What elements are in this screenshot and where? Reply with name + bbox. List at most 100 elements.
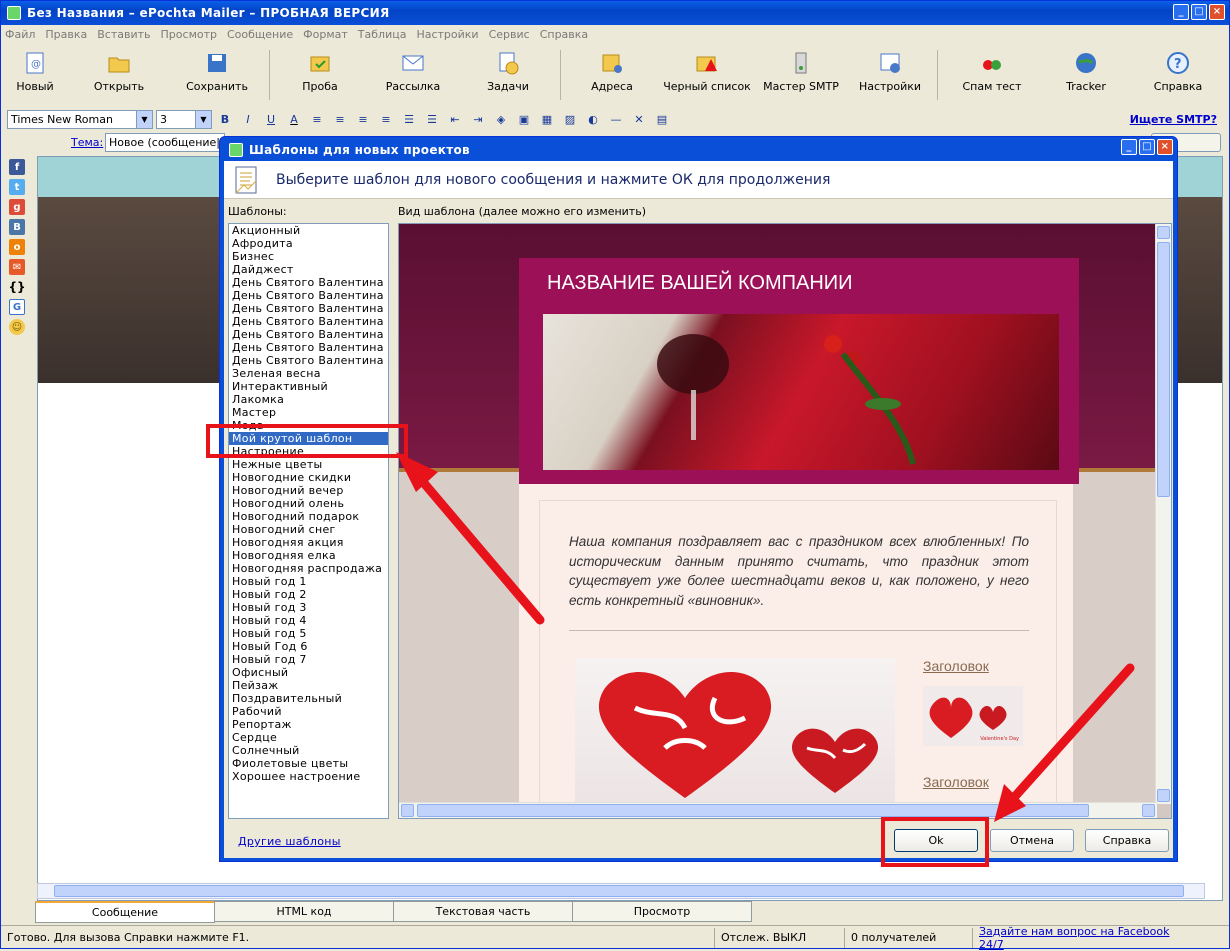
template-preview[interactable]: НАЗВАНИЕ ВАШЕЙ КОМПАНИИ Наша компания по… xyxy=(398,223,1172,819)
template-list-item[interactable]: Солнечный xyxy=(229,744,388,757)
template-list-item[interactable]: Новый год 7 xyxy=(229,653,388,666)
scroll-right-button[interactable] xyxy=(1142,804,1155,817)
menu-service[interactable]: Сервис xyxy=(489,28,530,41)
preview-vertical-scrollbar[interactable] xyxy=(1155,224,1171,804)
mailing-button[interactable]: Рассылка xyxy=(366,50,460,93)
templates-listbox[interactable]: Акционный Афродита Бизнес Дайджест День Свят… xyxy=(228,223,389,819)
menu-table[interactable]: Таблица xyxy=(358,28,407,41)
subject-input[interactable]: Новое (сообщение|пис xyxy=(105,133,225,152)
minimize-button[interactable]: _ xyxy=(1173,4,1189,20)
editor-horizontal-scrollbar[interactable] xyxy=(37,883,1205,899)
remove-format-icon[interactable]: ✕ xyxy=(629,110,649,129)
font-name-select[interactable]: Times New Roman ▼ xyxy=(7,109,153,129)
template-list-item[interactable]: День Святого Валентина 7 xyxy=(229,341,388,354)
maximize-button[interactable]: □ xyxy=(1191,4,1207,20)
new-button[interactable]: @ Новый xyxy=(1,50,69,93)
align-right-icon[interactable]: ≡ xyxy=(353,110,373,129)
menu-file[interactable]: Файл xyxy=(5,28,35,41)
template-list-item[interactable]: День Святого Валентина 2 xyxy=(229,276,388,289)
template-list-item[interactable]: Новый год 1 xyxy=(229,575,388,588)
editor-scroll-thumb[interactable] xyxy=(54,885,1184,897)
facebook-link[interactable]: Задайте нам вопрос на Facebook 24/7 xyxy=(973,925,1193,951)
test-button[interactable]: Проба xyxy=(274,50,366,93)
twitter-icon[interactable]: t xyxy=(9,179,25,195)
template-list-item[interactable]: Зеленая весна xyxy=(229,367,388,380)
menu-settings[interactable]: Настройки xyxy=(416,28,478,41)
template-list-item[interactable]: Новогодняя акция xyxy=(229,536,388,549)
table-icon[interactable]: ▦ xyxy=(537,110,557,129)
help-button[interactable]: ? Справка xyxy=(1130,50,1226,93)
tracker-button[interactable]: Tracker xyxy=(1042,50,1130,93)
template-list-item[interactable]: Поздравительный xyxy=(229,692,388,705)
google-plus-icon[interactable]: g xyxy=(9,199,25,215)
preview-hscroll-thumb[interactable] xyxy=(417,804,1089,817)
image-icon[interactable]: ▣ xyxy=(514,110,534,129)
subject-label[interactable]: Тема: xyxy=(71,136,103,149)
dialog-help-button[interactable]: Справка xyxy=(1085,829,1169,852)
outdent-icon[interactable]: ⇤ xyxy=(445,110,465,129)
template-list-item[interactable]: Интерактивный xyxy=(229,380,388,393)
preview-heading-1[interactable]: Заголовок xyxy=(923,658,989,674)
note-icon[interactable]: ▤ xyxy=(652,110,672,129)
tab-preview[interactable]: Просмотр xyxy=(572,901,752,922)
template-list-item[interactable]: Новый год 4 xyxy=(229,614,388,627)
template-list-item[interactable]: Новый Год 6 xyxy=(229,640,388,653)
template-list-item[interactable]: Новогодний подарок xyxy=(229,510,388,523)
italic-icon[interactable]: I xyxy=(238,110,258,129)
numbered-list-icon[interactable]: ☰ xyxy=(399,110,419,129)
template-list-item[interactable]: Мастер xyxy=(229,406,388,419)
menu-format[interactable]: Формат xyxy=(303,28,348,41)
template-list-item[interactable]: Дайджест xyxy=(229,263,388,276)
mail-icon[interactable]: ✉ xyxy=(9,259,25,275)
template-list-item[interactable]: Офисный xyxy=(229,666,388,679)
dialog-minimize-button[interactable]: _ xyxy=(1121,139,1137,155)
indent-icon[interactable]: ⇥ xyxy=(468,110,488,129)
dialog-maximize-button[interactable]: □ xyxy=(1139,139,1155,155)
font-color-icon[interactable]: A xyxy=(284,110,304,129)
template-list-item[interactable]: День Святого Валентина 8 xyxy=(229,354,388,367)
template-list-item[interactable]: Новый год 5 xyxy=(229,627,388,640)
template-list-item[interactable]: Рабочий xyxy=(229,705,388,718)
align-left-icon[interactable]: ≡ xyxy=(307,110,327,129)
align-center-icon[interactable]: ≡ xyxy=(330,110,350,129)
font-size-select[interactable]: 3 ▼ xyxy=(156,109,212,129)
scroll-left-button[interactable] xyxy=(401,804,414,817)
template-list-item[interactable]: Новогодняя елка xyxy=(229,549,388,562)
menu-view[interactable]: Просмотр xyxy=(161,28,217,41)
menu-message[interactable]: Сообщение xyxy=(227,28,293,41)
close-button[interactable]: × xyxy=(1209,4,1225,20)
template-list-item[interactable]: Афродита xyxy=(229,237,388,250)
template-list-item[interactable]: День Святого Валентина 3 xyxy=(229,289,388,302)
template-list-item[interactable]: День Святого Валентина 6 xyxy=(229,328,388,341)
bullet-list-icon[interactable]: ☰ xyxy=(422,110,442,129)
template-list-item[interactable]: Фиолетовые цветы xyxy=(229,757,388,770)
blacklist-button[interactable]: Черный список xyxy=(659,50,755,93)
template-list-item[interactable]: День Святого Валентина 4 xyxy=(229,302,388,315)
menu-edit[interactable]: Правка xyxy=(45,28,87,41)
smtp-link[interactable]: Ищете SMTP? xyxy=(1130,113,1217,126)
horizontal-line-icon[interactable]: — xyxy=(606,110,626,129)
template-list-item[interactable]: Бизнес xyxy=(229,250,388,263)
smiley-icon[interactable]: ☺ xyxy=(9,319,25,335)
dialog-close-button[interactable]: × xyxy=(1157,139,1173,155)
underline-icon[interactable]: U xyxy=(261,110,281,129)
template-list-item[interactable]: Новогодний снег xyxy=(229,523,388,536)
scroll-up-button[interactable] xyxy=(1157,226,1170,239)
template-list-item[interactable]: Новогодняя распродажа xyxy=(229,562,388,575)
fill-color-icon[interactable]: ◈ xyxy=(491,110,511,129)
vk-icon[interactable]: B xyxy=(9,219,25,235)
justify-icon[interactable]: ≡ xyxy=(376,110,396,129)
save-button[interactable]: Сохранить xyxy=(169,50,265,93)
cancel-button[interactable]: Отмена xyxy=(990,829,1074,852)
odnoklassniki-icon[interactable]: o xyxy=(9,239,25,255)
other-templates-link[interactable]: Другие шаблоны xyxy=(238,835,341,848)
open-button[interactable]: Открыть xyxy=(69,50,169,93)
preview-heading-2[interactable]: Заголовок xyxy=(923,774,989,790)
template-list-item[interactable]: Новогодние скидки xyxy=(229,471,388,484)
template-list-item[interactable]: Новый год 3 xyxy=(229,601,388,614)
preview-scroll-thumb[interactable] xyxy=(1157,242,1170,497)
google-icon[interactable]: G xyxy=(9,299,25,315)
smtp-wizard-button[interactable]: Мастер SMTP xyxy=(755,50,847,93)
insert-image-icon[interactable]: ▨ xyxy=(560,110,580,129)
template-list-item[interactable]: Нежные цветы xyxy=(229,458,388,471)
